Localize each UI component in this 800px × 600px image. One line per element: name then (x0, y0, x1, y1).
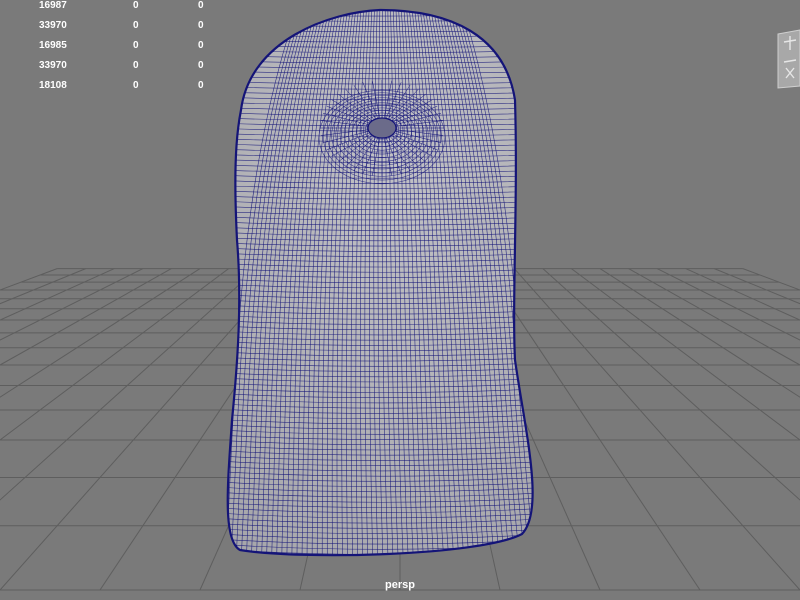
grid-line (0, 268, 201, 398)
camera-label: persp (385, 579, 415, 591)
grid-line (599, 268, 800, 398)
wire-loop (220, 560, 550, 565)
hud-value: 33970 (39, 60, 67, 71)
grid-line (0, 268, 229, 441)
grid-line (656, 268, 800, 341)
grid-line (628, 268, 800, 366)
hud-value: 16987 (39, 0, 67, 11)
grid-line (513, 268, 800, 591)
hud-value: 0 (198, 20, 204, 31)
hole-core (367, 117, 397, 139)
hud-value: 33970 (39, 20, 67, 31)
grid-line (0, 268, 258, 501)
grid-line (742, 268, 800, 291)
hud-value: 0 (198, 40, 204, 51)
grid-line (571, 268, 800, 441)
grid-line (542, 268, 800, 501)
grid-line (0, 268, 172, 366)
grid-line (685, 268, 800, 321)
view-cube-icon[interactable] (776, 28, 800, 90)
hud-row: 16987 0 0 (0, 0, 230, 12)
hud-value: 0 (198, 0, 204, 11)
hud-value: 0 (133, 80, 139, 91)
hud-value: 16985 (39, 40, 67, 51)
grid-line (0, 268, 58, 291)
hud-row: 33970 0 0 (0, 20, 230, 32)
hud-value: 0 (133, 60, 139, 71)
grid-line (0, 268, 115, 321)
hud-row: 33970 0 0 (0, 60, 230, 72)
wire-loop (227, 554, 533, 556)
hud-value: 18108 (39, 80, 67, 91)
hud-row: 16985 0 0 (0, 40, 230, 52)
hud-value: 0 (133, 40, 139, 51)
hud-value: 0 (133, 20, 139, 31)
hud-row: 18108 0 0 (0, 80, 230, 92)
hud-value: 0 (198, 80, 204, 91)
hud-value: 0 (133, 0, 139, 11)
grid-line (0, 268, 144, 341)
mesh-object[interactable] (220, 0, 550, 565)
hud-value: 0 (198, 60, 204, 71)
